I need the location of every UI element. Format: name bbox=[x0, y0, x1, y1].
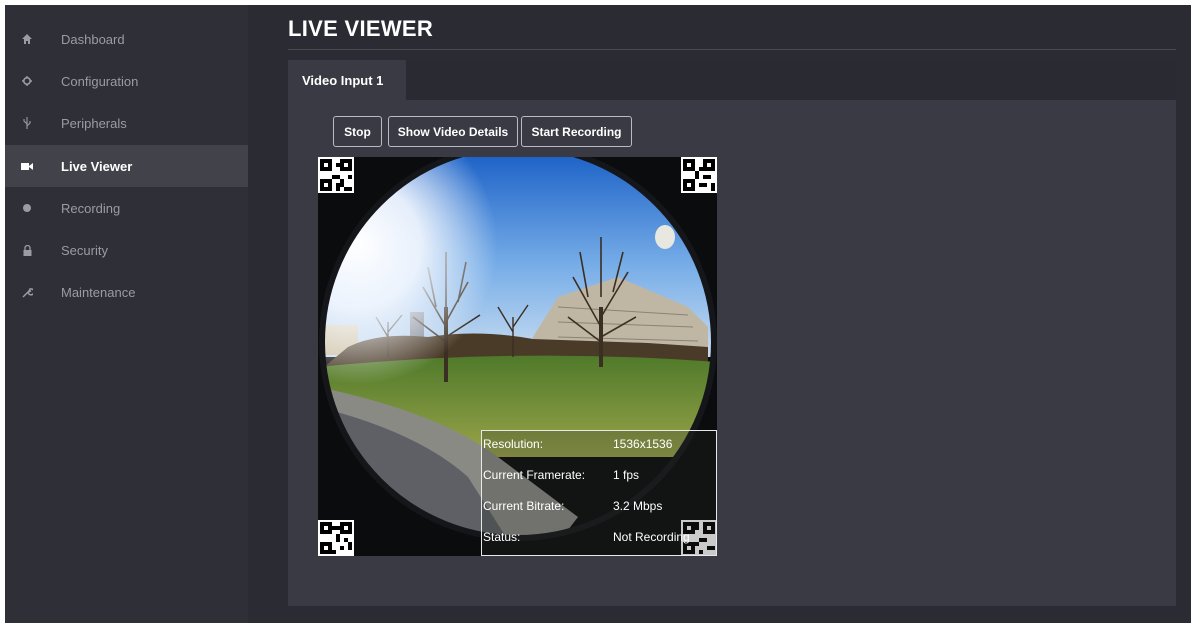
camera-icon bbox=[19, 158, 35, 174]
sidebar-item-label: Live Viewer bbox=[61, 158, 133, 174]
wrench-icon bbox=[19, 284, 35, 300]
video-stream[interactable]: Resolution: 1536x1536 Current Framerate:… bbox=[318, 157, 717, 556]
sidebar-item-configuration[interactable]: Configuration bbox=[5, 60, 248, 102]
status-label: Status: bbox=[483, 530, 521, 544]
usb-icon bbox=[19, 115, 35, 131]
framerate-label: Current Framerate: bbox=[483, 468, 586, 482]
video-details-overlay: Resolution: 1536x1536 Current Framerate:… bbox=[481, 430, 717, 556]
sidebar-item-security[interactable]: Security bbox=[5, 229, 248, 271]
sidebar-item-label: Dashboard bbox=[61, 31, 125, 47]
sidebar-item-label: Security bbox=[61, 242, 108, 258]
show-video-details-button[interactable]: Show Video Details bbox=[388, 116, 518, 147]
record-dot-icon bbox=[19, 200, 35, 216]
framerate-row: Current Framerate: 1 fps bbox=[482, 468, 716, 490]
video-panel: Stop Show Video Details Start Recording bbox=[288, 100, 1176, 606]
resolution-label: Resolution: bbox=[483, 437, 544, 451]
bitrate-row: Current Bitrate: 3.2 Mbps bbox=[482, 499, 716, 521]
qr-code-top-left bbox=[318, 157, 354, 193]
start-recording-button[interactable]: Start Recording bbox=[521, 116, 632, 147]
status-value: Not Recording bbox=[613, 530, 690, 544]
tab-bar: Video Input 1 bbox=[288, 60, 1176, 100]
qr-code-bottom-left bbox=[318, 520, 354, 556]
sidebar-item-label: Recording bbox=[61, 200, 121, 216]
sidebar-item-peripherals[interactable]: Peripherals bbox=[5, 102, 248, 144]
stop-button[interactable]: Stop bbox=[333, 116, 382, 147]
page-title: LIVE VIEWER bbox=[288, 16, 434, 41]
resolution-row: Resolution: 1536x1536 bbox=[482, 437, 716, 459]
gear-icon bbox=[19, 73, 35, 89]
sidebar-item-recording[interactable]: Recording bbox=[5, 187, 248, 229]
resolution-value: 1536x1536 bbox=[613, 437, 673, 451]
sidebar: Dashboard Configuration Peripherals Live… bbox=[5, 5, 248, 623]
bitrate-label: Current Bitrate: bbox=[483, 499, 565, 513]
sidebar-item-maintenance[interactable]: Maintenance bbox=[5, 271, 248, 313]
lock-icon bbox=[19, 242, 35, 258]
framerate-value: 1 fps bbox=[613, 468, 640, 482]
sidebar-item-label: Maintenance bbox=[61, 284, 136, 300]
home-icon bbox=[19, 31, 35, 47]
sidebar-item-dashboard[interactable]: Dashboard bbox=[5, 18, 248, 60]
tab-video-input-1[interactable]: Video Input 1 bbox=[288, 60, 406, 100]
sidebar-item-live-viewer[interactable]: Live Viewer bbox=[5, 145, 248, 187]
app-window: Dashboard Configuration Peripherals Live… bbox=[5, 5, 1191, 623]
qr-code-top-right bbox=[681, 157, 717, 193]
sidebar-item-label: Configuration bbox=[61, 73, 139, 89]
divider bbox=[288, 49, 1176, 50]
sidebar-item-label: Peripherals bbox=[61, 115, 127, 131]
status-row: Status: Not Recording bbox=[482, 530, 716, 552]
bitrate-value: 3.2 Mbps bbox=[613, 499, 663, 513]
